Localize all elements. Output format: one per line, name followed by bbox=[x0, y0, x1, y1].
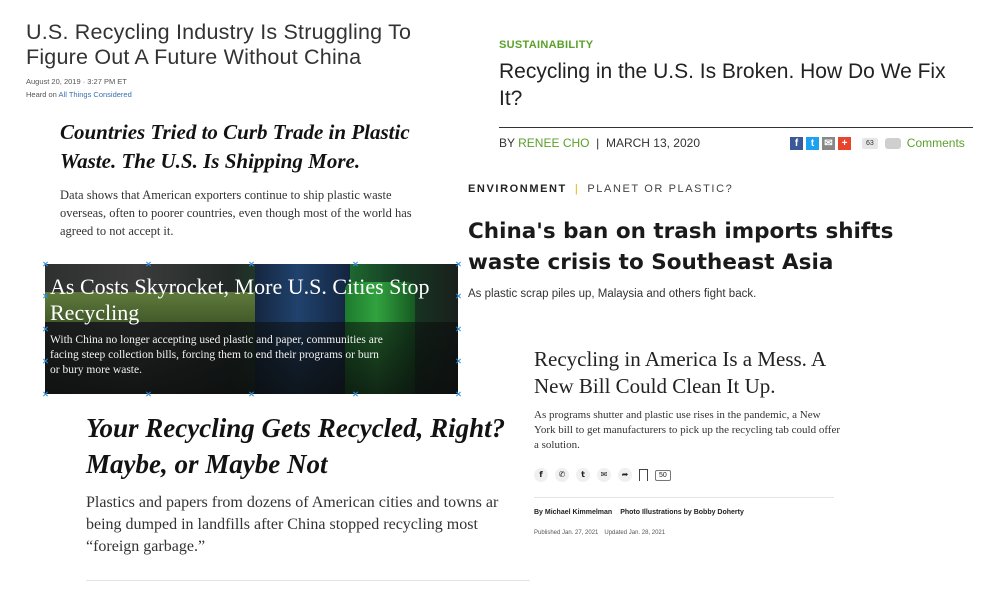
nyt-bill-share-bar: f ✆ t ✉ ➦ 50 bbox=[534, 468, 671, 482]
nyt-bill-byline: By Michael Kimmelman Photo Illustrations … bbox=[534, 509, 744, 516]
npr-heard-on-label: Heard on bbox=[26, 90, 57, 99]
npr-dateline: August 20, 2019 · 3:27 PM ET bbox=[26, 77, 127, 86]
columbia-date: MARCH 13, 2020 bbox=[605, 136, 700, 150]
selection-handle-icon[interactable] bbox=[455, 261, 461, 267]
columbia-divider bbox=[499, 127, 973, 128]
facebook-icon[interactable]: f bbox=[534, 468, 548, 482]
columbia-headline[interactable]: Recycling in the U.S. Is Broken. How Do … bbox=[499, 58, 969, 112]
bookmark-icon[interactable] bbox=[639, 469, 648, 481]
nyt-bill-author[interactable]: By Michael Kimmelman bbox=[534, 509, 612, 516]
nyt-bill-published: Published Jan. 27, 2021 bbox=[534, 530, 599, 536]
columbia-by-label: BY bbox=[499, 136, 515, 150]
comment-count-button[interactable]: 50 bbox=[655, 469, 671, 481]
selection-handle-icon[interactable] bbox=[455, 391, 461, 397]
columbia-byline: BY RENEE CHO | MARCH 13, 2020 bbox=[499, 136, 700, 150]
selection-handle-icon[interactable] bbox=[145, 391, 151, 397]
selection-handle-icon[interactable] bbox=[42, 326, 48, 332]
nyt-bill-updated: Updated Jan. 28, 2021 bbox=[604, 530, 666, 536]
email-icon[interactable]: ✉ bbox=[597, 468, 611, 482]
nyt-maybe-summary: Plastics and papers from dozens of Ameri… bbox=[86, 492, 526, 558]
image-story-card[interactable]: As Costs Skyrocket, More U.S. Cities Sto… bbox=[45, 264, 458, 394]
selection-handle-icon[interactable] bbox=[455, 358, 461, 364]
selection-handle-icon[interactable] bbox=[42, 358, 48, 364]
nyt-maybe-headline[interactable]: Your Recycling Gets Recycled, Right? May… bbox=[86, 410, 526, 482]
environment-dek: As plastic scrap piles up, Malaysia and … bbox=[468, 288, 757, 300]
summary-line: Plastics and papers from dozens of Ameri… bbox=[86, 494, 499, 511]
image-story-headline[interactable]: As Costs Skyrocket, More U.S. Cities Sto… bbox=[50, 274, 455, 326]
selection-handle-icon[interactable] bbox=[42, 261, 48, 267]
columbia-author-link[interactable]: RENEE CHO bbox=[518, 136, 589, 150]
nyt-trade-headline[interactable]: Countries Tried to Curb Trade in Plastic… bbox=[60, 118, 440, 176]
selection-handle-icon[interactable] bbox=[352, 391, 358, 397]
selection-handle-icon[interactable] bbox=[145, 261, 151, 267]
section-planet-or-plastic-link[interactable]: PLANET OR PLASTIC? bbox=[587, 183, 733, 195]
twitter-icon[interactable]: t bbox=[576, 468, 590, 482]
columbia-share-count: 63 bbox=[862, 137, 878, 149]
nyt-bill-dates: Published Jan. 27, 2021 Updated Jan. 28, … bbox=[534, 530, 665, 536]
selection-handle-icon[interactable] bbox=[455, 326, 461, 332]
selection-handle-icon[interactable] bbox=[248, 261, 254, 267]
environment-headline[interactable]: China's ban on trash imports shifts wast… bbox=[468, 216, 928, 278]
share-arrow-icon[interactable]: ➦ bbox=[618, 468, 632, 482]
comment-bubble-icon[interactable] bbox=[884, 137, 901, 149]
email-icon[interactable]: ✉ bbox=[822, 136, 835, 150]
nyt-bill-headline[interactable]: Recycling in America Is a Mess. A New Bi… bbox=[534, 346, 854, 400]
selection-handle-icon[interactable] bbox=[248, 391, 254, 397]
nyt-bill-divider bbox=[534, 497, 834, 498]
summary-line: being dumped in landfills after China st… bbox=[86, 516, 478, 533]
whatsapp-icon[interactable]: ✆ bbox=[555, 468, 569, 482]
nyt-maybe-divider bbox=[86, 580, 530, 581]
npr-heard-on: Heard on All Things Considered bbox=[26, 90, 132, 99]
npr-program-link[interactable]: All Things Considered bbox=[59, 90, 132, 99]
plus-icon[interactable]: + bbox=[838, 136, 851, 150]
npr-headline[interactable]: U.S. Recycling Industry Is Struggling To… bbox=[26, 20, 466, 70]
nyt-trade-summary: Data shows that American exporters conti… bbox=[60, 188, 412, 238]
nyt-bill-summary: As programs shutter and plastic use rise… bbox=[534, 409, 840, 451]
columbia-share-bar: f t ✉ + 63 Comments bbox=[790, 136, 965, 150]
section-divider: | bbox=[574, 183, 580, 195]
selection-handle-icon[interactable] bbox=[42, 391, 48, 397]
selection-handle-icon[interactable] bbox=[352, 261, 358, 267]
environment-section-label: ENVIRONMENT | PLANET OR PLASTIC? bbox=[468, 183, 733, 195]
selection-handle-icon[interactable] bbox=[42, 293, 48, 299]
columbia-kicker[interactable]: SUSTAINABILITY bbox=[499, 39, 593, 51]
twitter-icon[interactable]: t bbox=[806, 136, 819, 150]
image-story-summary: With China no longer accepting used plas… bbox=[50, 334, 383, 376]
facebook-icon[interactable]: f bbox=[790, 136, 803, 150]
columbia-byline-separator: | bbox=[596, 136, 600, 150]
section-environment-link[interactable]: ENVIRONMENT bbox=[468, 183, 567, 195]
selection-handle-icon[interactable] bbox=[455, 293, 461, 299]
columbia-comments-link[interactable]: Comments bbox=[907, 136, 965, 150]
summary-line: “foreign garbage.” bbox=[86, 538, 206, 555]
nyt-bill-photo-credit: Photo Illustrations by Bobby Doherty bbox=[620, 509, 744, 516]
